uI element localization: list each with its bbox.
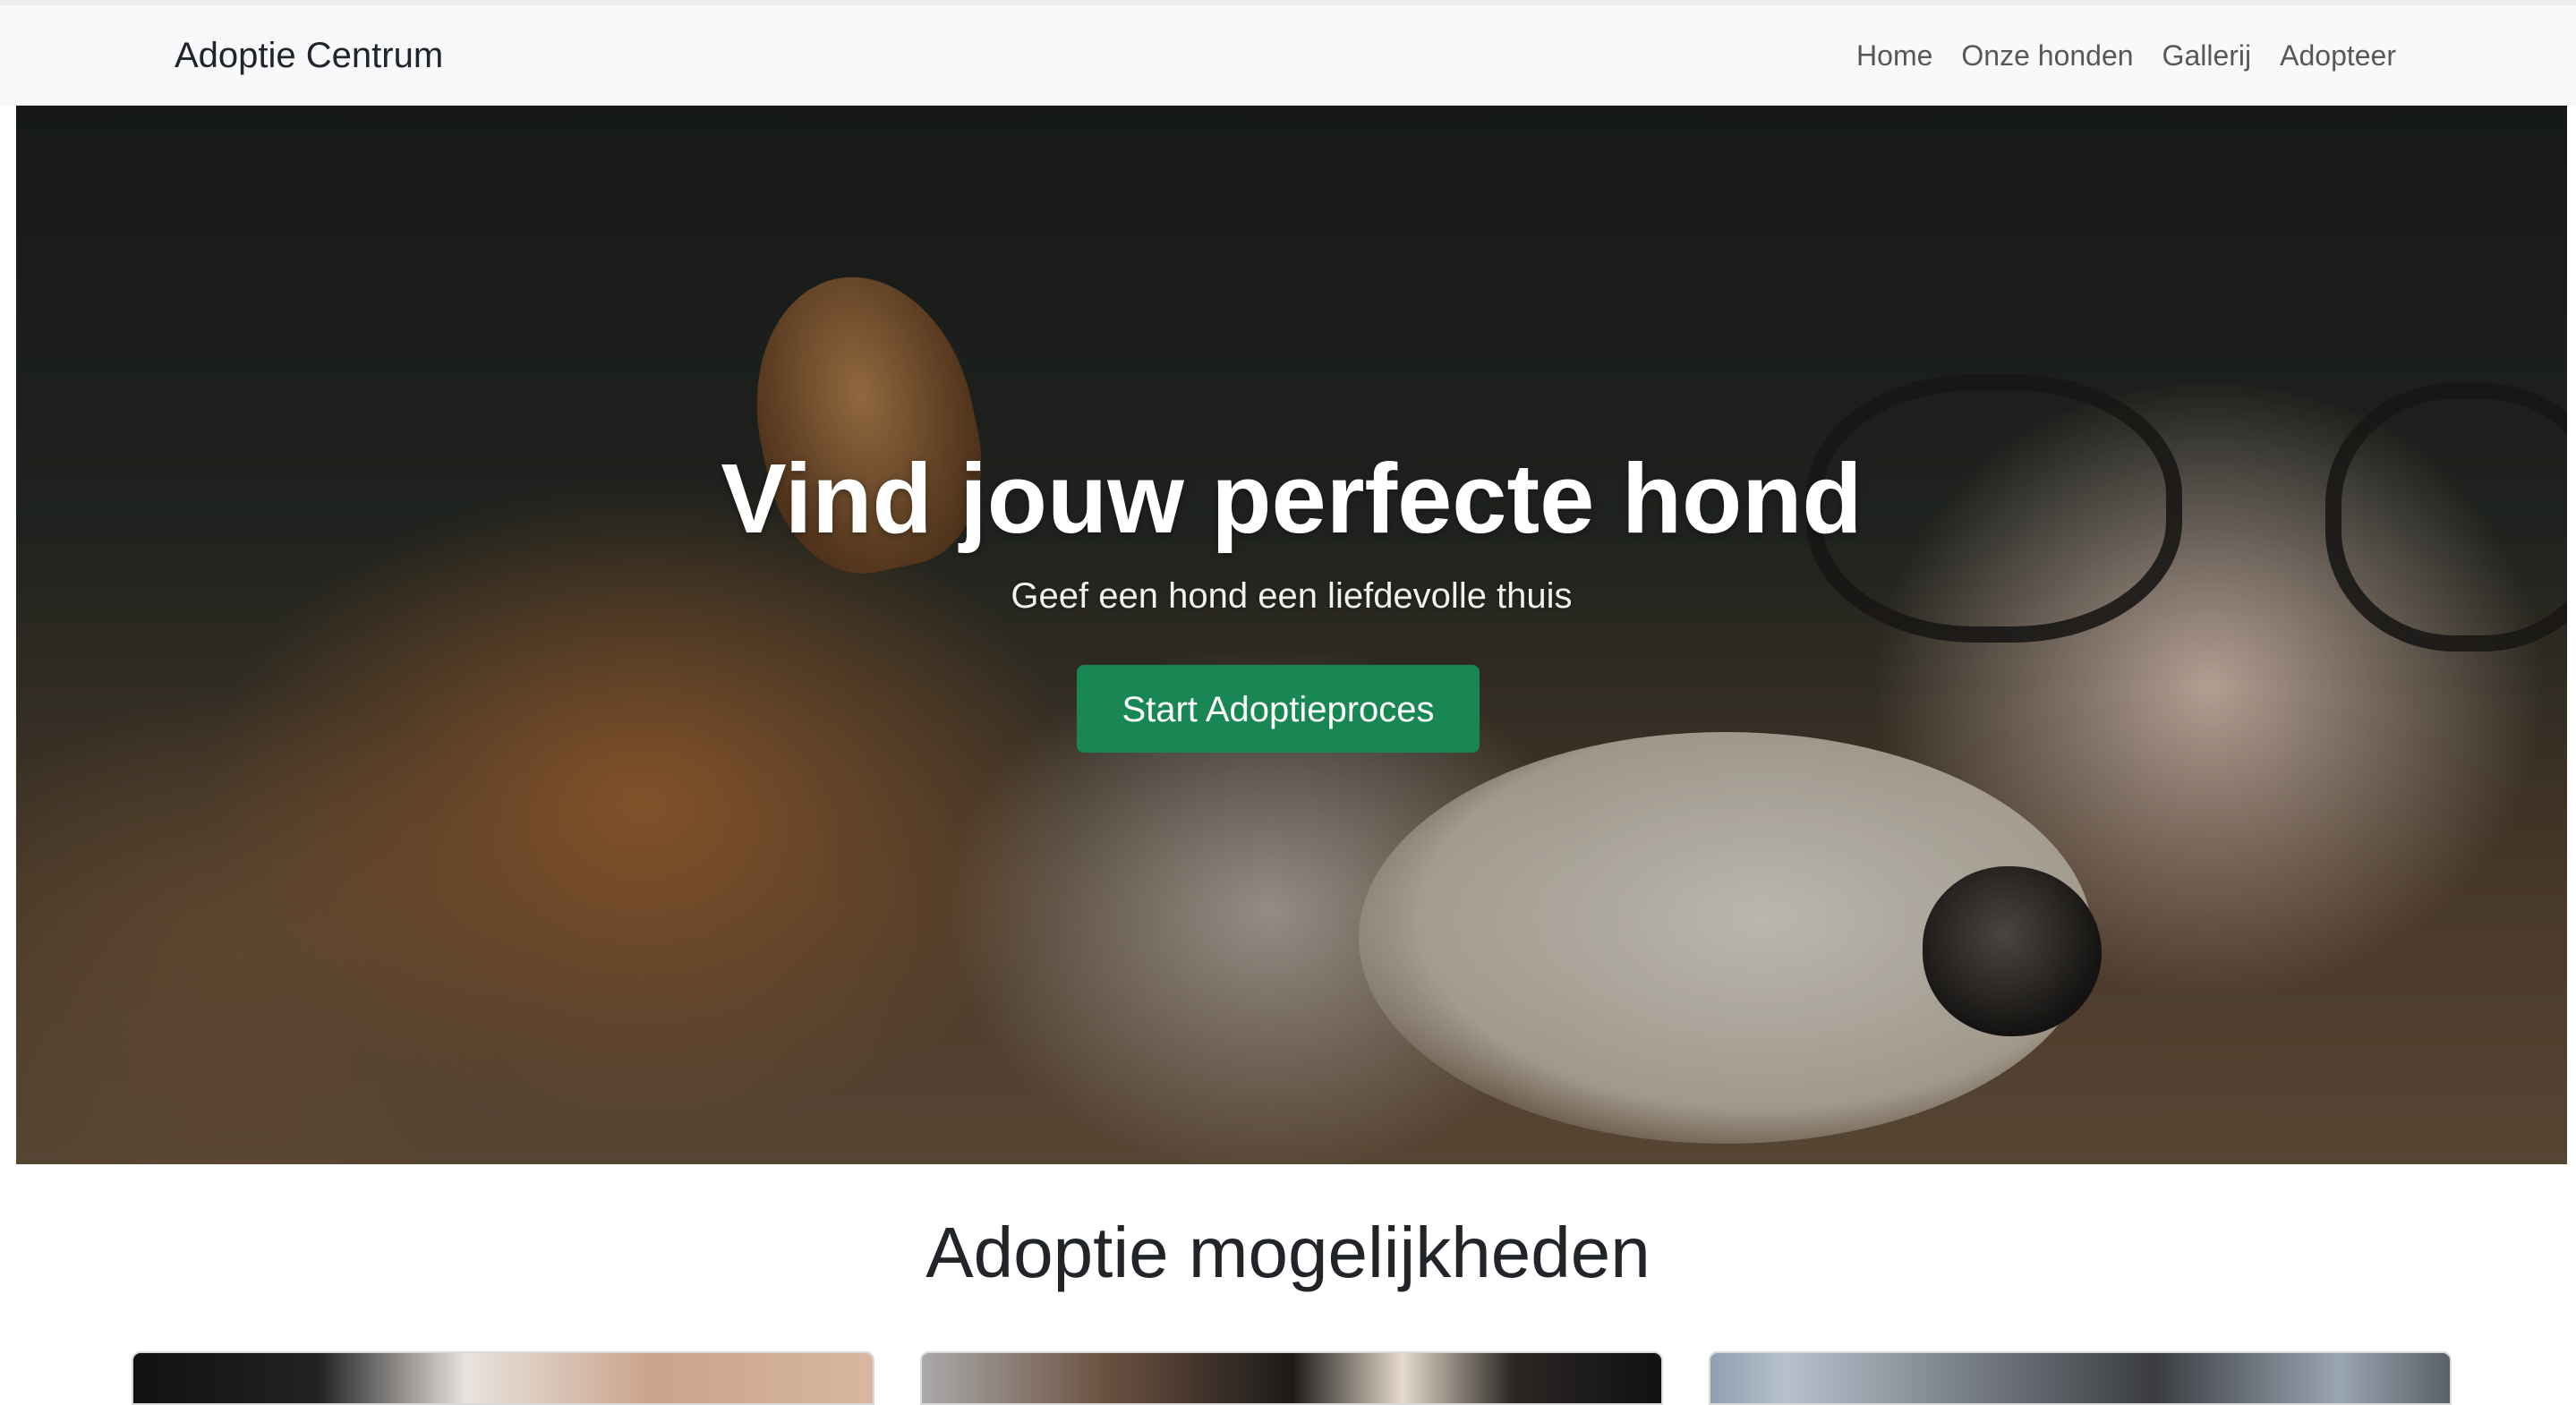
start-adoption-button[interactable]: Start Adoptieproces	[1077, 665, 1480, 753]
navbar: Adoptie Centrum Home Onze honden Galleri…	[0, 5, 2576, 106]
adoption-card-image[interactable]	[920, 1351, 1663, 1405]
hero-subtitle: Geef een hond een liefdevolle thuis	[1011, 576, 1573, 616]
hero-content: Vind jouw perfecte hond Geef een hond ee…	[16, 106, 2567, 1164]
adoption-card-image[interactable]	[132, 1351, 874, 1405]
hero-title: Vind jouw perfecte hond	[721, 444, 1863, 554]
nav-link-adopteer[interactable]: Adopteer	[2265, 32, 2410, 79]
brand-logo-link[interactable]: Adoptie Centrum	[175, 32, 443, 79]
hero-banner: Vind jouw perfecte hond Geef een hond ee…	[16, 106, 2567, 1164]
nav-link-home[interactable]: Home	[1842, 32, 1947, 79]
adoption-card-image[interactable]	[1709, 1351, 2452, 1405]
nav-link-gallerij[interactable]: Gallerij	[2148, 32, 2266, 79]
nav-links: Home Onze honden Gallerij Adopteer	[1842, 32, 2410, 79]
nav-link-onze-honden[interactable]: Onze honden	[1947, 32, 2147, 79]
section-title: Adoptie mogelijkheden	[925, 1213, 1651, 1292]
